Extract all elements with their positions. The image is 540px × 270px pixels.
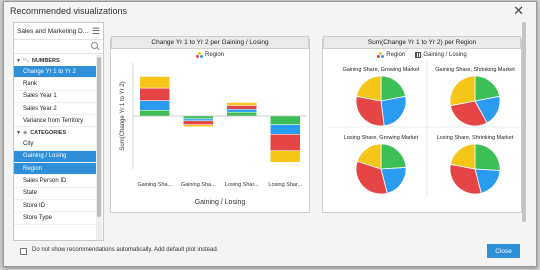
scrollbar-thumb[interactable] [522, 22, 526, 222]
field-item[interactable]: Sales Year 1 [14, 91, 97, 103]
field-item[interactable]: State [14, 188, 97, 200]
pie-slice[interactable] [449, 75, 476, 107]
field-item[interactable]: Sales Person ID [14, 175, 97, 188]
numbers-group-header[interactable]: ▼ ¹²₃ NUMBERS [14, 55, 97, 66]
categories-icon: ◈ [22, 129, 28, 136]
field-list-scrollbar[interactable] [96, 55, 102, 240]
field-item[interactable]: Region [14, 163, 97, 176]
pie-panel-title: Gaining Share, Growing Market [342, 67, 420, 73]
x-tick-label: Losing Shar... [225, 182, 259, 188]
categories-group-header[interactable]: ▼ ◈ CATEGORIES [14, 127, 97, 138]
bar-segment[interactable] [139, 76, 170, 89]
dialog-titlebar: Recommended visualizations ✕ [4, 2, 536, 19]
legend-region-label: Region [204, 52, 224, 58]
pie-slice[interactable] [355, 75, 382, 102]
bar-segment[interactable] [270, 134, 301, 151]
pie-slice[interactable] [474, 143, 501, 171]
bar-segment[interactable] [183, 115, 214, 120]
bar-segment[interactable] [139, 100, 170, 111]
numbers-header-label: NUMBERS [31, 57, 60, 64]
region-color-icon [377, 52, 385, 58]
scrollbar-thumb[interactable] [97, 57, 101, 217]
pie-slice[interactable] [380, 95, 407, 127]
pie-chart-card[interactable]: Sum(Change Yr 1 to Yr 2) per Region Regi… [322, 36, 522, 213]
bar-chart-legend: Region [111, 52, 309, 58]
bar-segment[interactable] [226, 105, 257, 110]
bar-segment[interactable] [139, 109, 170, 117]
legend-gaining-losing-label: Gaining / Losing [423, 52, 467, 58]
menu-icon[interactable]: ☰ [92, 26, 100, 37]
x-axis-label: Gaining / Losing [195, 199, 246, 206]
x-tick-label: Gaining Sha... [137, 182, 172, 188]
bar-segment[interactable] [226, 102, 257, 106]
bar-segment[interactable] [183, 120, 214, 125]
field-search-input[interactable] [14, 40, 103, 54]
bar-chart: Gaining Sha... Gaining Sha... Losing Shar.… [120, 63, 307, 206]
pie-chart-legend: Region Gaining / Losing [323, 52, 521, 58]
legend-gaining-losing: Gaining / Losing [415, 52, 467, 58]
y-axis-label: Sum(Change Yr 1 to Yr 2) [120, 81, 126, 150]
pie-panel-title: Losing Share, Growing Market [344, 135, 419, 141]
field-item[interactable]: Change Yr 1 to Yr 2 [14, 66, 97, 79]
bar-segment[interactable] [270, 124, 301, 135]
legend-region: Region [377, 52, 405, 58]
field-list: ▼ ¹²₃ NUMBERS Change Yr 1 to Yr 2 Rank Sal… [14, 55, 97, 225]
bar-segment[interactable] [139, 87, 170, 101]
legend-region: Region [195, 52, 224, 58]
pie-slice[interactable] [380, 143, 407, 170]
field-item[interactable]: City [14, 138, 97, 151]
bar-segment[interactable] [183, 118, 214, 122]
field-panel: Sales and Marketing D... ☰ ▼ ¹²₃ NUMBERS… [13, 22, 104, 241]
close-button[interactable]: Close [487, 244, 520, 258]
recommended-visualizations-dialog: Recommended visualizations ✕ Sales and M… [3, 1, 537, 267]
data-source-selector[interactable]: Sales and Marketing D... ☰ [14, 23, 103, 40]
search-icon[interactable] [91, 42, 98, 49]
results-scrollbar[interactable] [521, 22, 527, 241]
categories-header-label: CATEGORIES [30, 129, 67, 136]
dialog-footer: Do not show recommendations automaticall… [4, 242, 536, 266]
pie-chart-title: Sum(Change Yr 1 to Yr 2) per Region [323, 36, 521, 49]
do-not-show-checkbox[interactable] [20, 248, 27, 255]
chevron-down-icon[interactable]: ▼ [16, 130, 21, 136]
field-item[interactable]: Store Type [14, 212, 97, 225]
x-tick-label: Gaining Sha... [181, 182, 216, 188]
pie-chart-grid: Gaining Share, Growing Market Gaining Sha… [329, 61, 521, 197]
pie-panel-title: Losing Share, Shrinking Market [437, 135, 514, 141]
categories-field-list: City Gaining / Losing Region Sales Person I… [14, 138, 97, 225]
x-tick-label: Losing Shar... [268, 182, 302, 188]
legend-region-label: Region [386, 52, 406, 58]
pie-panel-title: Gaining Share, Shrinking Market [435, 67, 515, 73]
field-item[interactable]: Store ID [14, 200, 97, 213]
field-item[interactable]: Variance from Territory [14, 115, 97, 128]
region-color-icon [195, 52, 203, 58]
dialog-title: Recommended visualizations [10, 5, 128, 16]
bar-segment[interactable] [226, 109, 257, 113]
bar-segment[interactable] [226, 111, 257, 117]
do-not-show-label: Do not show recommendations automaticall… [32, 247, 219, 253]
numbers-icon: ¹²₃ [22, 57, 29, 64]
bar-segment[interactable] [270, 150, 301, 163]
bar-segment[interactable] [183, 124, 214, 127]
field-item[interactable]: Rank [14, 78, 97, 91]
pie-slice[interactable] [449, 143, 476, 170]
bar-segment[interactable] [270, 115, 301, 125]
field-item[interactable]: Gaining / Losing [14, 150, 97, 164]
chevron-down-icon[interactable]: ▼ [16, 58, 21, 64]
close-icon[interactable]: ✕ [513, 3, 524, 18]
data-source-label: Sales and Marketing D... [17, 27, 89, 35]
grid-icon [415, 52, 422, 58]
bar-chart-title: Change Yr 1 to Yr 2 per Gaining / Losing [111, 36, 309, 49]
bar-chart-card[interactable]: Change Yr 1 to Yr 2 per Gaining / Losing… [110, 36, 310, 213]
field-item[interactable]: Sales Year 2 [14, 103, 97, 116]
numbers-field-list: Change Yr 1 to Yr 2 Rank Sales Year 1 Sales… [14, 66, 97, 128]
